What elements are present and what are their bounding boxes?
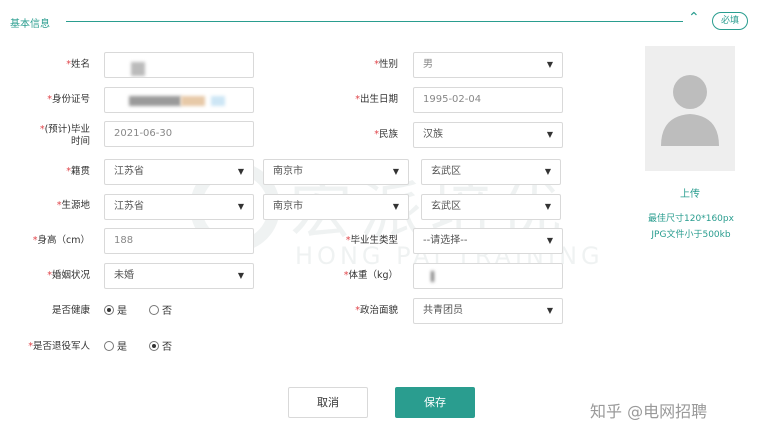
redacted-id [129, 96, 181, 106]
name-label: *姓名 [66, 59, 90, 70]
photo-size-hint: 最佳尺寸120*160px [648, 214, 734, 224]
grad-type-label: *毕业生类型 [345, 235, 398, 246]
weight-label: *体重（kg） [343, 270, 398, 281]
caret-down-icon: ▼ [544, 202, 551, 211]
caret-down-icon: ▼ [544, 167, 551, 176]
section-title: 基本信息 [10, 19, 50, 30]
origin-province-select[interactable]: 江苏省 ▼ [104, 194, 254, 220]
gender-select[interactable]: 男 ▼ [413, 52, 563, 78]
veteran-yes-radio[interactable]: 是 [104, 341, 127, 354]
marital-select[interactable]: 未婚 ▼ [104, 263, 254, 289]
native-place-label: *籍贯 [66, 166, 90, 177]
birth-date-label: *出生日期 [355, 94, 398, 105]
upload-link[interactable]: 上传 [645, 185, 735, 200]
caret-down-icon: ▼ [392, 202, 399, 211]
origin-label: *生源地 [56, 200, 90, 211]
id-number-input[interactable] [104, 87, 254, 113]
political-select[interactable]: 共青团员 ▼ [413, 298, 563, 324]
name-input[interactable] [104, 52, 254, 78]
native-province-select[interactable]: 江苏省 ▼ [104, 159, 254, 185]
required-badge: 必填 [712, 12, 748, 30]
id-number-label: *身份证号 [47, 94, 90, 105]
caret-down-icon: ▼ [546, 306, 553, 315]
veteran-label: *是否退役军人 [28, 341, 90, 352]
source-credit: 知乎 @电网招聘 [590, 402, 708, 421]
caret-down-icon: ▼ [237, 167, 244, 176]
height-label: *身高（cm） [32, 235, 90, 246]
origin-city-select[interactable]: 南京市 ▼ [263, 194, 409, 220]
grad-time-label: *(预计)毕业 时间 [39, 124, 90, 147]
veteran-no-radio[interactable]: 否 [149, 341, 172, 354]
redacted-weight [431, 271, 434, 282]
chevron-up-icon[interactable]: ⌃ [688, 11, 700, 25]
radio-unchecked-icon [104, 341, 114, 351]
healthy-yes-radio[interactable]: 是 [104, 305, 127, 318]
caret-down-icon: ▼ [237, 202, 244, 211]
caret-down-icon: ▼ [546, 60, 553, 69]
native-district-select[interactable]: 玄武区 ▼ [421, 159, 561, 185]
caret-down-icon: ▼ [546, 130, 553, 139]
photo-placeholder[interactable] [645, 46, 735, 171]
caret-down-icon: ▼ [237, 271, 244, 280]
grad-time-input[interactable]: 2021-06-30 [104, 121, 254, 147]
gender-label: *性别 [374, 59, 398, 70]
radio-unchecked-icon [149, 305, 159, 315]
caret-down-icon: ▼ [546, 236, 553, 245]
cancel-button[interactable]: 取消 [288, 387, 368, 418]
height-input[interactable]: 188 [104, 228, 254, 254]
healthy-no-radio[interactable]: 否 [149, 305, 172, 318]
birth-date-input[interactable]: 1995-02-04 [413, 87, 563, 113]
avatar-icon [661, 75, 719, 146]
redacted-id-3 [211, 96, 225, 106]
save-button[interactable]: 保存 [395, 387, 475, 418]
radio-checked-icon [104, 305, 114, 315]
healthy-label: 是否健康 [51, 305, 90, 316]
grad-type-select[interactable]: --请选择-- ▼ [413, 228, 563, 254]
redacted-name [131, 62, 145, 76]
section-header: 基本信息 ⌃ 必填 [0, 8, 773, 36]
native-city-select[interactable]: 南京市 ▼ [263, 159, 409, 185]
photo-format-hint: JPG文件小于500kb [651, 230, 731, 240]
origin-district-select[interactable]: 玄武区 ▼ [421, 194, 561, 220]
political-label: *政治面貌 [355, 305, 398, 316]
ethnicity-label: *民族 [374, 129, 398, 140]
redacted-id-2 [181, 96, 205, 106]
weight-input[interactable] [413, 263, 563, 289]
ethnicity-select[interactable]: 汉族 ▼ [413, 122, 563, 148]
radio-checked-icon [149, 341, 159, 351]
watermark: 宏派培优 HONG PAI TRAINING [190, 160, 630, 280]
section-divider [66, 21, 683, 22]
marital-label: *婚姻状况 [47, 270, 90, 281]
caret-down-icon: ▼ [392, 167, 399, 176]
